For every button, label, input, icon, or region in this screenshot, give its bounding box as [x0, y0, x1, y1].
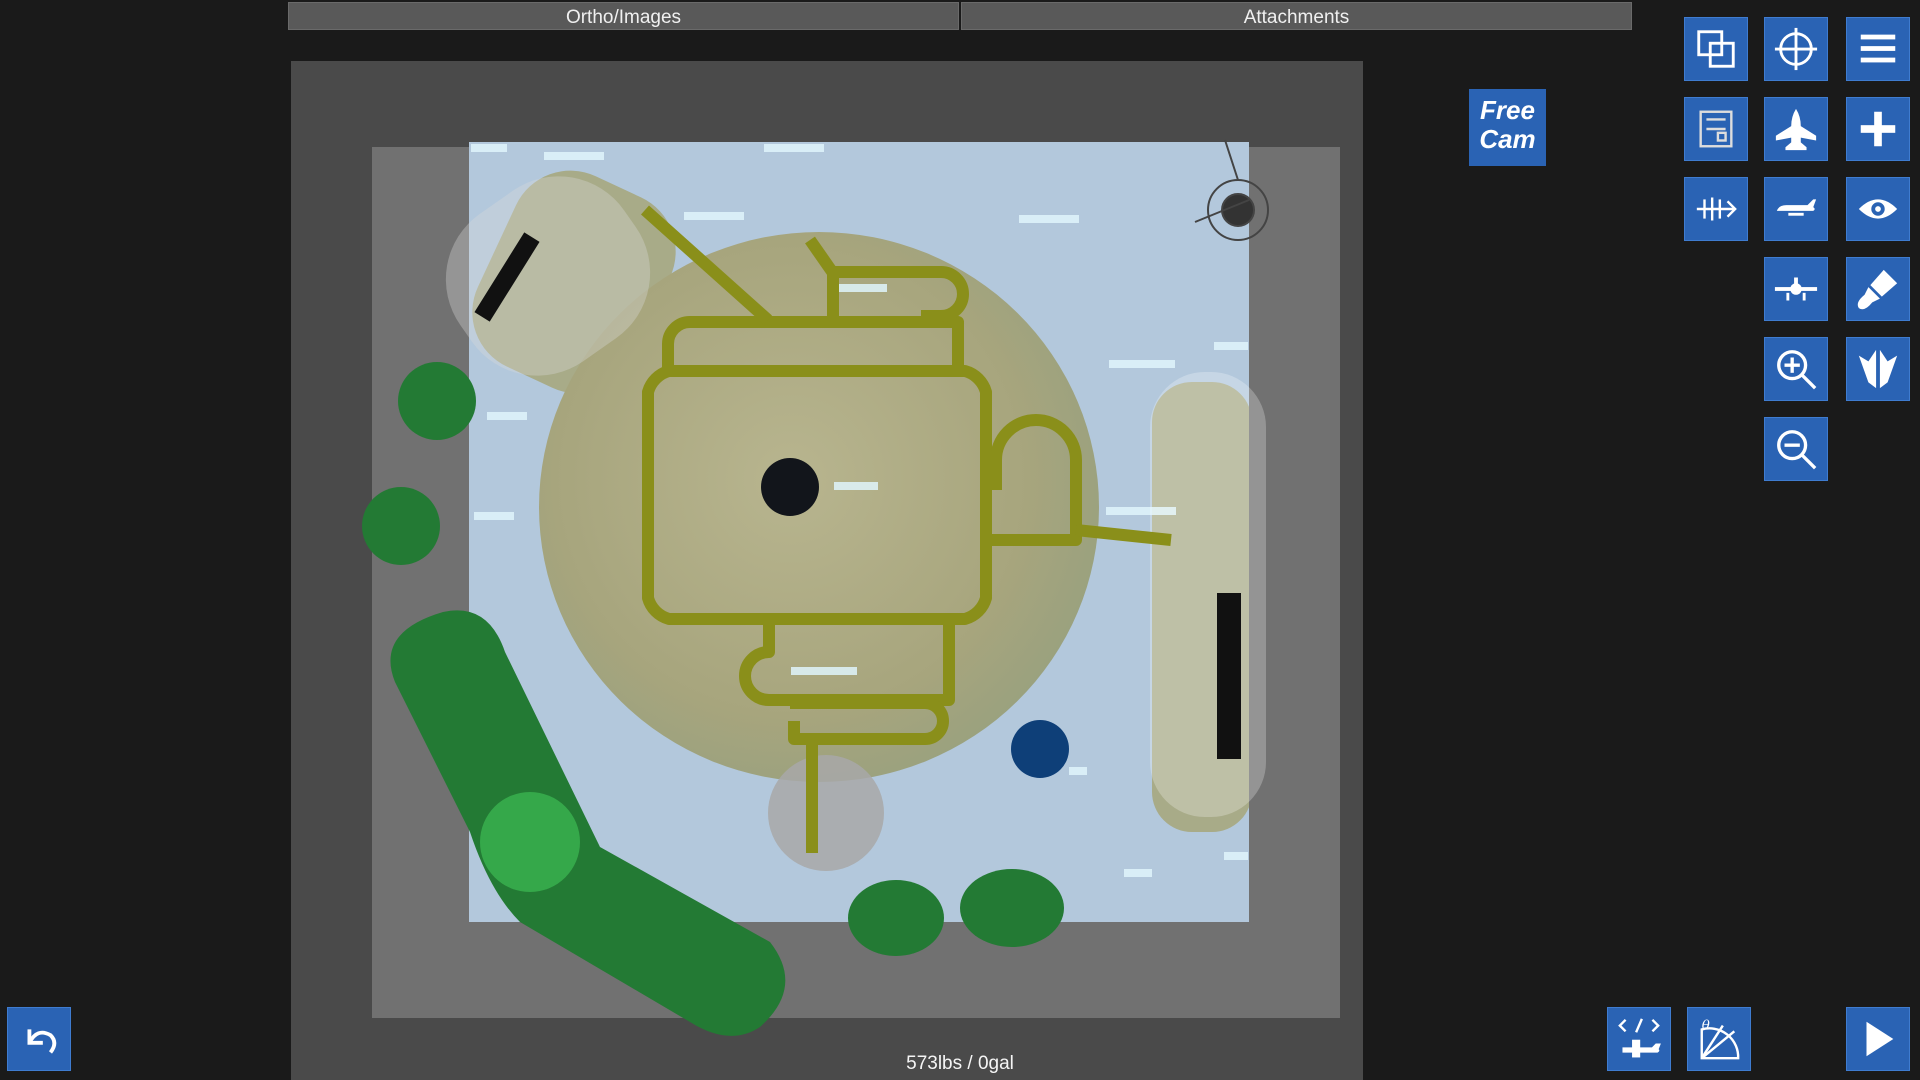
- play-icon: [1866, 1021, 1894, 1057]
- zoom-in-button[interactable]: [1764, 337, 1828, 401]
- marker-navy[interactable]: [1011, 720, 1069, 778]
- undo-button[interactable]: [7, 1007, 71, 1071]
- wing-symmetry-icon: [1858, 349, 1898, 389]
- zone-green[interactable]: [848, 880, 944, 956]
- strip-east[interactable]: [1217, 593, 1241, 759]
- weight-fuel-readout: 573lbs / 0gal: [906, 1053, 1014, 1074]
- plane-side-icon: [1776, 199, 1817, 216]
- eye-icon: [1858, 199, 1898, 219]
- plane-front-icon: [1774, 277, 1818, 301]
- menu-icon: [1860, 34, 1896, 63]
- aircraft-top-button[interactable]: [1764, 97, 1828, 161]
- free-cam-line1: Free: [1480, 95, 1535, 125]
- attachments-overlay: [362, 139, 1269, 1036]
- zoom-in-icon: [1777, 350, 1817, 390]
- symmetry-button[interactable]: [1846, 337, 1910, 401]
- add-part-button[interactable]: [1846, 97, 1910, 161]
- overlap-squares-icon: [1697, 30, 1735, 68]
- code-plane-button[interactable]: [1607, 1007, 1671, 1071]
- zone-green-light[interactable]: [480, 792, 580, 892]
- plus-icon: [1860, 111, 1896, 147]
- zone-translucent[interactable]: [1150, 372, 1266, 817]
- blueprint-icon: [1699, 110, 1733, 148]
- center-button[interactable]: [1764, 17, 1828, 81]
- zone-green[interactable]: [362, 487, 440, 565]
- taxiway-network[interactable]: [641, 205, 1172, 853]
- blueprint-button[interactable]: [1684, 97, 1748, 161]
- paint-brush-icon: [1857, 269, 1898, 310]
- side-view-button[interactable]: [1764, 177, 1828, 241]
- angle-gauge-icon: θ: [1700, 1018, 1740, 1060]
- fishbone-icon: [1696, 197, 1737, 221]
- zone-green[interactable]: [398, 362, 476, 440]
- menu-button[interactable]: [1846, 17, 1910, 81]
- zoom-out-icon: [1777, 430, 1817, 470]
- free-cam-button[interactable]: Free Cam: [1469, 89, 1546, 166]
- code-plane-icon: [1618, 1018, 1661, 1058]
- svg-text:θ: θ: [1702, 1018, 1710, 1033]
- jet-top-icon: [1775, 108, 1817, 151]
- marker-grey[interactable]: [768, 755, 884, 871]
- zone-green-large[interactable]: [390, 610, 786, 1036]
- fuselage-button[interactable]: [1684, 177, 1748, 241]
- marker-dark[interactable]: [761, 458, 819, 516]
- zoom-out-button[interactable]: [1764, 417, 1828, 481]
- compass-icon: [1194, 139, 1269, 241]
- overlap-button[interactable]: [1684, 17, 1748, 81]
- zone-green[interactable]: [960, 869, 1064, 947]
- paint-button[interactable]: [1846, 257, 1910, 321]
- front-view-button[interactable]: [1764, 257, 1828, 321]
- play-button[interactable]: [1846, 1007, 1910, 1071]
- view-button[interactable]: [1846, 177, 1910, 241]
- undo-icon: [27, 1029, 57, 1054]
- free-cam-line2: Cam: [1479, 124, 1536, 154]
- crosshair-icon: [1774, 27, 1818, 71]
- angle-tool-button[interactable]: θ: [1687, 1007, 1751, 1071]
